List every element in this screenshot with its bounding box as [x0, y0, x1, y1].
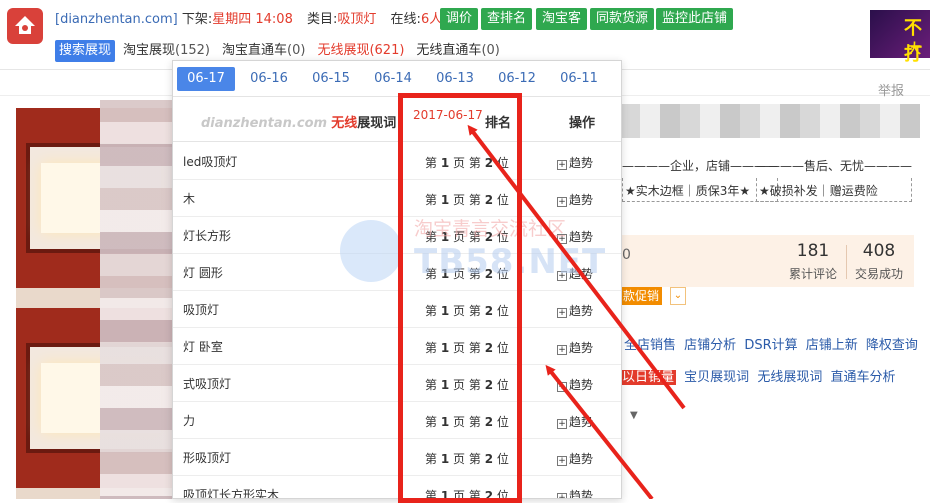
tab-taobao-display[interactable]: 淘宝展现(152)	[119, 40, 214, 62]
dianzhentan-logo[interactable]	[7, 8, 43, 44]
promo-dropdown-icon[interactable]: ⌄	[670, 287, 686, 305]
category-value: 吸顶灯	[337, 12, 377, 27]
date-tab-0612[interactable]: 06-12	[488, 67, 546, 91]
plus-box-icon: +	[557, 419, 567, 429]
keyword-cell: 力	[183, 414, 196, 428]
keyword-cell: 灯 卧室	[183, 340, 223, 354]
guarantee-badge-quality: ————企业，店铺———— ★实木边框｜质保3年★	[622, 157, 779, 202]
tab-search-display[interactable]: 搜索展现	[55, 40, 116, 62]
date-tabs: 06-17 06-16 06-15 06-14 06-13 06-12 06-1…	[173, 61, 621, 97]
ad-banner[interactable]: 不打 大	[870, 10, 930, 65]
ad-text-2: 大	[908, 42, 922, 57]
online-label: 在线:	[390, 12, 421, 27]
guarantee-badge-service: ————售后、无忧———— ★破损补发｜赠运费险	[756, 157, 913, 202]
keyword-cell: 式吸顶灯	[183, 377, 232, 391]
column-header-operation: 操作	[569, 116, 596, 131]
monitor-shop-button[interactable]: 监控此店铺	[656, 8, 734, 30]
sales-stats-panel: 0 181 累计评论 408 交易成功	[622, 235, 914, 287]
annotation-highlight-box	[398, 93, 522, 503]
item-info-line: [dianzhentan.com] 下架:星期四 14:08 类目:吸顶灯 在线…	[55, 10, 442, 30]
item-tools-links: 以日销量 宝贝展现词 无线展现词 直通车分析	[620, 366, 899, 385]
shop-tools-links: 全店销售 店铺分析 DSR计算 店铺上新 降权查询	[624, 334, 922, 353]
date-tab-0611[interactable]: 06-11	[550, 67, 608, 91]
stats-partial-digit: 0	[622, 247, 631, 263]
date-tab-0616[interactable]: 06-16	[240, 67, 298, 91]
link-item-display-words[interactable]: 宝贝展现词	[684, 370, 749, 385]
link-ztc-analysis[interactable]: 直通车分析	[830, 370, 895, 385]
date-tab-0615[interactable]: 06-15	[302, 67, 360, 91]
trend-button[interactable]: + 趋势	[557, 154, 593, 171]
trend-button[interactable]: + 趋势	[557, 376, 593, 393]
plus-box-icon: +	[557, 345, 567, 355]
link-shop-analysis[interactable]: 店铺分析	[684, 338, 736, 353]
plus-box-icon: +	[557, 160, 567, 170]
display-tabs: 搜索展现 淘宝展现(152) 淘宝直通车(0) 无线展现(621) 无线直通车(0)	[55, 40, 508, 62]
shelf-label: 下架:	[181, 12, 213, 27]
link-downgrade-check[interactable]: 降权查询	[866, 338, 918, 353]
shelf-time: 星期四 14:08	[212, 12, 293, 27]
transaction-count-stat[interactable]: 408 交易成功	[848, 241, 910, 282]
hand-logo-icon	[340, 220, 402, 282]
taobaoke-button[interactable]: 淘宝客	[536, 8, 588, 30]
trend-button[interactable]: + 趋势	[557, 302, 593, 319]
plus-box-icon: +	[557, 197, 567, 207]
trend-button[interactable]: + 趋势	[557, 339, 593, 356]
plus-box-icon: +	[557, 456, 567, 466]
review-count-stat[interactable]: 181 累计评论	[782, 241, 844, 282]
keyword-cell: led吸顶灯	[183, 155, 238, 169]
promo-badge[interactable]: 款促销	[620, 287, 663, 305]
link-shop-sales[interactable]: 全店销售	[624, 338, 676, 353]
link-daily-sales[interactable]: 以日销量	[620, 370, 677, 385]
title-redaction	[620, 104, 920, 138]
trend-button[interactable]: + 趋势	[557, 413, 593, 430]
trend-button[interactable]: + 趋势	[557, 191, 593, 208]
site-link[interactable]: [dianzhentan.com]	[55, 12, 178, 27]
keyword-cell: 灯 圆形	[183, 266, 223, 280]
keyword-cell: 形吸顶灯	[183, 451, 232, 465]
link-wireless-display-words[interactable]: 无线展现词	[757, 370, 822, 385]
plus-box-icon: +	[557, 308, 567, 318]
link-dsr-calc[interactable]: DSR计算	[744, 338, 797, 353]
adjust-price-button[interactable]: 调价	[440, 8, 479, 30]
keyword-cell: 木	[183, 192, 196, 206]
trend-button[interactable]: + 趋势	[557, 450, 593, 467]
check-rank-button[interactable]: 查排名	[481, 8, 533, 30]
date-tab-0614[interactable]: 06-14	[364, 67, 422, 91]
keyword-cell: 吸顶灯	[183, 303, 220, 317]
date-tab-0613[interactable]: 06-13	[426, 67, 484, 91]
caret-down-icon[interactable]: ▼	[630, 410, 638, 421]
tab-wireless-ztc[interactable]: 无线直通车(0)	[412, 40, 503, 62]
category-label: 类目:	[307, 12, 338, 27]
link-shop-new[interactable]: 店铺上新	[806, 338, 858, 353]
date-tab-0617[interactable]: 06-17	[177, 67, 235, 91]
plus-box-icon: +	[557, 493, 567, 498]
keyword-cell: 灯长方形	[183, 229, 232, 243]
column-header-keyword: dianzhentan.com 无线展现词	[201, 116, 397, 131]
same-source-button[interactable]: 同款货源	[590, 8, 655, 30]
keyword-cell: 吸顶灯长方形实木	[183, 488, 280, 499]
report-link[interactable]: 举报	[878, 80, 904, 99]
trend-button[interactable]: + 趋势	[557, 487, 593, 498]
tab-taobao-ztc[interactable]: 淘宝直通车(0)	[218, 40, 309, 62]
tab-wireless-display[interactable]: 无线展现(621)	[313, 40, 408, 62]
plus-box-icon: +	[557, 382, 567, 392]
